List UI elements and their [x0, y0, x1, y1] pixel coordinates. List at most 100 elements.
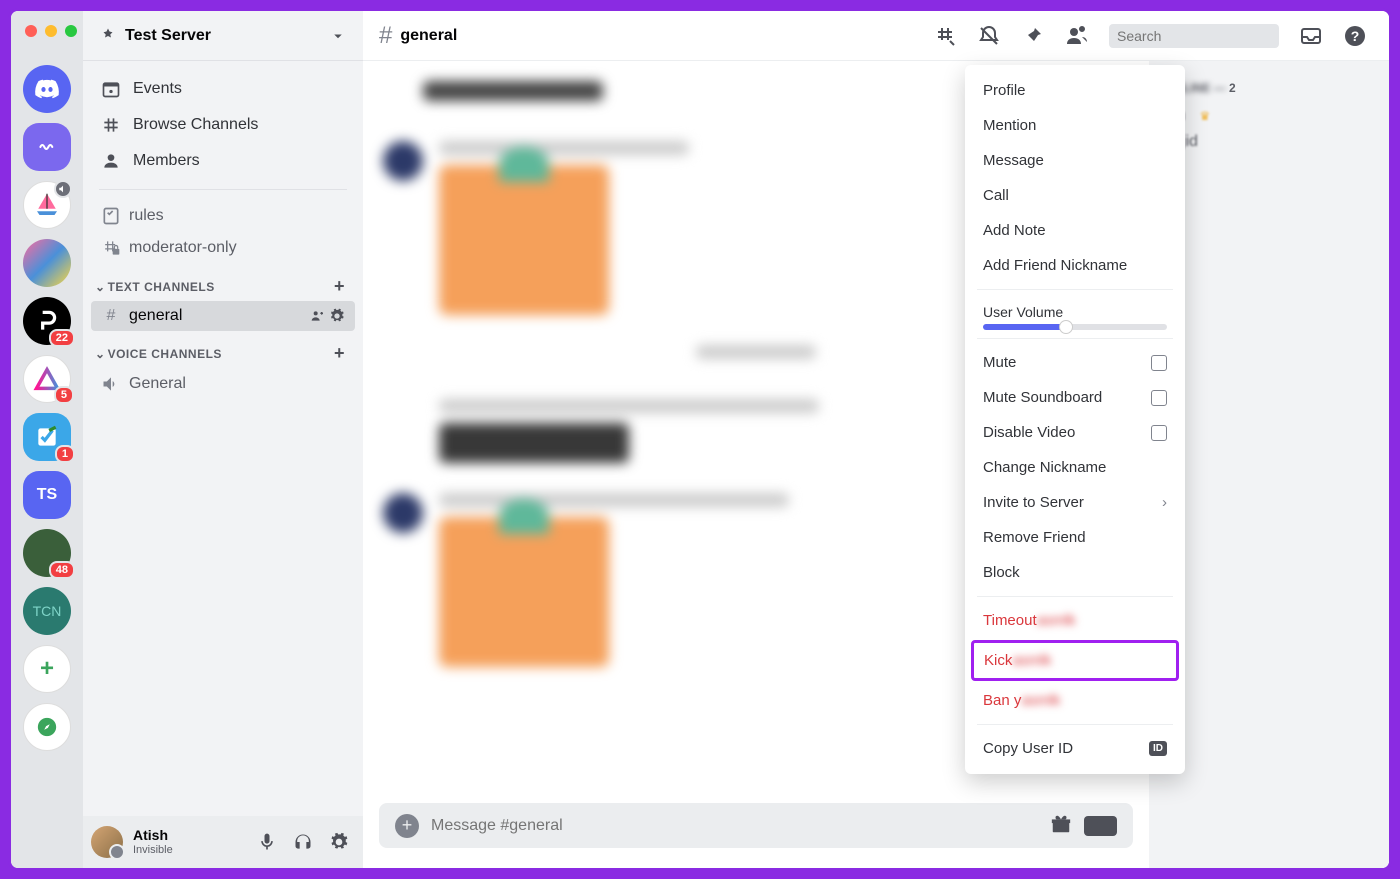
calendar-icon [101, 79, 121, 99]
channel-rules[interactable]: rules [91, 200, 355, 232]
mute-mic-button[interactable] [251, 826, 283, 858]
ctx-mention[interactable]: Mention [973, 108, 1177, 143]
hash-icon: # [101, 307, 121, 325]
compass-icon [36, 716, 58, 738]
user-avatar[interactable] [91, 826, 123, 858]
ctx-add-friend-nickname[interactable]: Add Friend Nickname [973, 248, 1177, 283]
message-composer[interactable]: + GIF [379, 803, 1133, 848]
notifications-button[interactable] [977, 24, 1001, 48]
add-channel-button[interactable]: + [334, 276, 351, 297]
wave-icon [32, 139, 62, 155]
ctx-add-note[interactable]: Add Note [973, 213, 1177, 248]
category-text-channels[interactable]: ⌄ TEXT CHANNELS + [91, 264, 355, 301]
search-box[interactable] [1109, 24, 1279, 48]
category-label: VOICE CHANNELS [108, 347, 222, 361]
chevron-down-icon: ⌄ [95, 347, 106, 361]
ctx-disable-video[interactable]: Disable Video [973, 415, 1177, 450]
ctx-block[interactable]: Block [973, 555, 1177, 590]
ctx-message[interactable]: Message [973, 143, 1177, 178]
user-settings-button[interactable] [323, 826, 355, 858]
server-item-5[interactable]: 5 [23, 355, 71, 403]
browse-channels-button[interactable]: Browse Channels [91, 107, 355, 143]
server-list: 22 5 1 TS 48 TCN + [11, 11, 83, 868]
members-header: ONLINE — 2 [1157, 77, 1381, 103]
dm-home-button[interactable] [23, 65, 71, 113]
channel-header: # general ? [363, 11, 1389, 61]
channel-label: rules [129, 207, 164, 225]
gift-button[interactable] [1050, 813, 1072, 838]
voice-channel-general[interactable]: General [91, 368, 355, 400]
chevron-down-icon: ⌄ [95, 280, 106, 294]
hash-icon: # [379, 22, 392, 50]
chevron-right-icon: › [1162, 494, 1167, 511]
member-list-toggle[interactable] [1065, 24, 1089, 48]
ctx-mute[interactable]: Mute [973, 345, 1177, 380]
server-header[interactable]: Test Server [83, 11, 363, 61]
user-context-menu: Profile Mention Message Call Add Note Ad… [965, 65, 1185, 774]
close-window-button[interactable] [25, 25, 37, 37]
separator [977, 596, 1173, 597]
maximize-window-button[interactable] [65, 25, 77, 37]
ctx-kick[interactable]: Kick asmlk [971, 640, 1179, 681]
category-voice-channels[interactable]: ⌄ VOICE CHANNELS + [91, 331, 355, 368]
ctx-mute-soundboard[interactable]: Mute Soundboard [973, 380, 1177, 415]
member-item[interactable]: sajid [1157, 129, 1381, 155]
message-input[interactable] [431, 817, 1038, 835]
user-info[interactable]: Atish Invisible [133, 828, 247, 855]
person-icon [101, 151, 121, 171]
inbox-icon [1299, 24, 1323, 48]
ctx-volume-label: User Volume [973, 296, 1177, 324]
checkbox-icon [1151, 355, 1167, 371]
pinned-messages-button[interactable] [1021, 24, 1045, 48]
gear-icon[interactable] [329, 308, 345, 324]
server-item-ts[interactable]: TS [23, 471, 71, 519]
attach-button[interactable]: + [395, 814, 419, 838]
channel-moderator-only[interactable]: moderator-only [91, 232, 355, 264]
notification-badge: 1 [55, 445, 75, 463]
channel-label: General [129, 375, 186, 393]
server-item-1[interactable] [23, 123, 71, 171]
server-item-3[interactable] [23, 239, 71, 287]
server-item-2[interactable] [23, 181, 71, 229]
deafen-button[interactable] [287, 826, 319, 858]
ctx-profile[interactable]: Profile [973, 73, 1177, 108]
search-input[interactable] [1117, 28, 1298, 44]
ctx-change-nickname[interactable]: Change Nickname [973, 450, 1177, 485]
user-status: Invisible [133, 844, 247, 856]
server-item-7[interactable]: 48 [23, 529, 71, 577]
server-item-6[interactable]: 1 [23, 413, 71, 461]
explore-button[interactable] [23, 703, 71, 751]
ctx-remove-friend[interactable]: Remove Friend [973, 520, 1177, 555]
add-channel-button[interactable]: + [334, 343, 351, 364]
notification-badge: 48 [49, 561, 75, 579]
ctx-copy-user-id[interactable]: Copy User IDID [973, 731, 1177, 766]
add-server-button[interactable]: + [23, 645, 71, 693]
main-content: # general ? [363, 11, 1389, 868]
minimize-window-button[interactable] [45, 25, 57, 37]
chevron-down-icon [329, 27, 347, 45]
checkbox-icon [1151, 390, 1167, 406]
people-icon [1065, 24, 1089, 48]
server-item-8[interactable]: TCN [23, 587, 71, 635]
member-item[interactable]: ish♛ [1157, 103, 1381, 129]
boost-icon [99, 27, 117, 45]
channel-label: general [129, 307, 182, 325]
gif-button[interactable]: GIF [1084, 816, 1117, 836]
ctx-ban[interactable]: Ban yasmlk [973, 683, 1177, 718]
channel-general[interactable]: # general [91, 301, 355, 331]
events-button[interactable]: Events [91, 71, 355, 107]
server-name: Test Server [125, 27, 329, 45]
help-button[interactable]: ? [1343, 24, 1367, 48]
create-invite-icon[interactable] [309, 308, 325, 324]
server-item-4[interactable]: 22 [23, 297, 71, 345]
app-window: 22 5 1 TS 48 TCN + Test Serv [8, 8, 1392, 871]
volume-slider[interactable] [983, 324, 1167, 330]
ctx-call[interactable]: Call [973, 178, 1177, 213]
ctx-invite-to-server[interactable]: Invite to Server› [973, 485, 1177, 520]
inbox-button[interactable] [1299, 24, 1323, 48]
threads-button[interactable] [933, 24, 957, 48]
ctx-timeout[interactable]: Timeout asmlk [973, 603, 1177, 638]
headphones-icon [293, 832, 313, 852]
members-button[interactable]: Members [91, 143, 355, 179]
speaker-icon [101, 374, 121, 394]
